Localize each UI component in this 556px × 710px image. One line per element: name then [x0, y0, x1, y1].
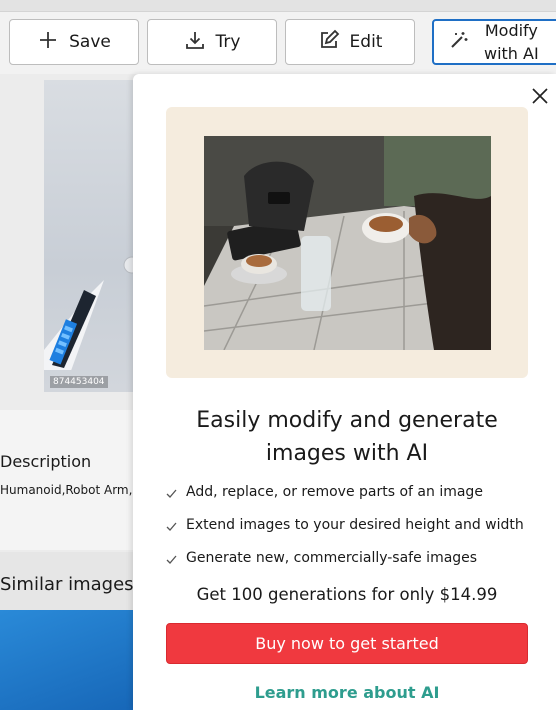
- check-icon: [166, 520, 177, 531]
- description-section: [0, 410, 134, 550]
- edit-button[interactable]: Edit: [285, 19, 415, 65]
- check-icon: [166, 553, 177, 564]
- edit-label: Edit: [349, 32, 383, 52]
- modify-ai-line1: Modify: [484, 21, 538, 40]
- modify-with-ai-label: Modify with AI: [484, 19, 539, 65]
- robot-arm-illustration: [44, 250, 134, 370]
- image-id: 874453404: [50, 376, 108, 388]
- description-tags[interactable]: Humanoid,Robot Arm, C: [0, 483, 134, 497]
- learn-more-link[interactable]: Learn more about AI: [166, 683, 528, 702]
- close-icon[interactable]: [529, 85, 551, 107]
- feature-item: Extend images to your desired height and…: [166, 517, 524, 533]
- promo-photo: [204, 136, 491, 350]
- feature-item: Add, replace, or remove parts of an imag…: [166, 484, 483, 500]
- feature-text: Generate new, commercially-safe images: [186, 550, 478, 566]
- headline-line2: images with AI: [265, 441, 429, 466]
- description-title: Description: [0, 452, 92, 471]
- headline-line1: Easily modify and generate: [196, 408, 498, 433]
- modify-with-ai-button[interactable]: Modify with AI: [432, 19, 556, 65]
- similar-images-title: Similar images: [0, 574, 134, 595]
- plus-icon: [37, 29, 59, 56]
- save-button[interactable]: Save: [9, 19, 139, 65]
- pricing-offer: Get 100 generations for only $14.99: [196, 585, 498, 604]
- try-label: Try: [215, 32, 241, 52]
- download-icon: [184, 29, 206, 56]
- top-strip: [0, 0, 556, 12]
- modify-ai-line2: with AI: [484, 44, 539, 63]
- main-photo[interactable]: 874453404: [44, 80, 134, 392]
- buy-now-button[interactable]: Buy now to get started: [166, 623, 528, 664]
- feature-item: Generate new, commercially-safe images: [166, 550, 477, 566]
- feature-text: Extend images to your desired height and…: [186, 517, 524, 533]
- similar-image-thumbnail[interactable]: [0, 610, 134, 710]
- try-button[interactable]: Try: [147, 19, 277, 65]
- promo-headline: Easily modify and generate images with A…: [166, 404, 528, 470]
- magic-wand-icon: [448, 29, 470, 56]
- edit-icon: [318, 29, 340, 56]
- feature-text: Add, replace, or remove parts of an imag…: [186, 484, 483, 500]
- check-icon: [166, 487, 177, 498]
- save-label: Save: [69, 32, 111, 52]
